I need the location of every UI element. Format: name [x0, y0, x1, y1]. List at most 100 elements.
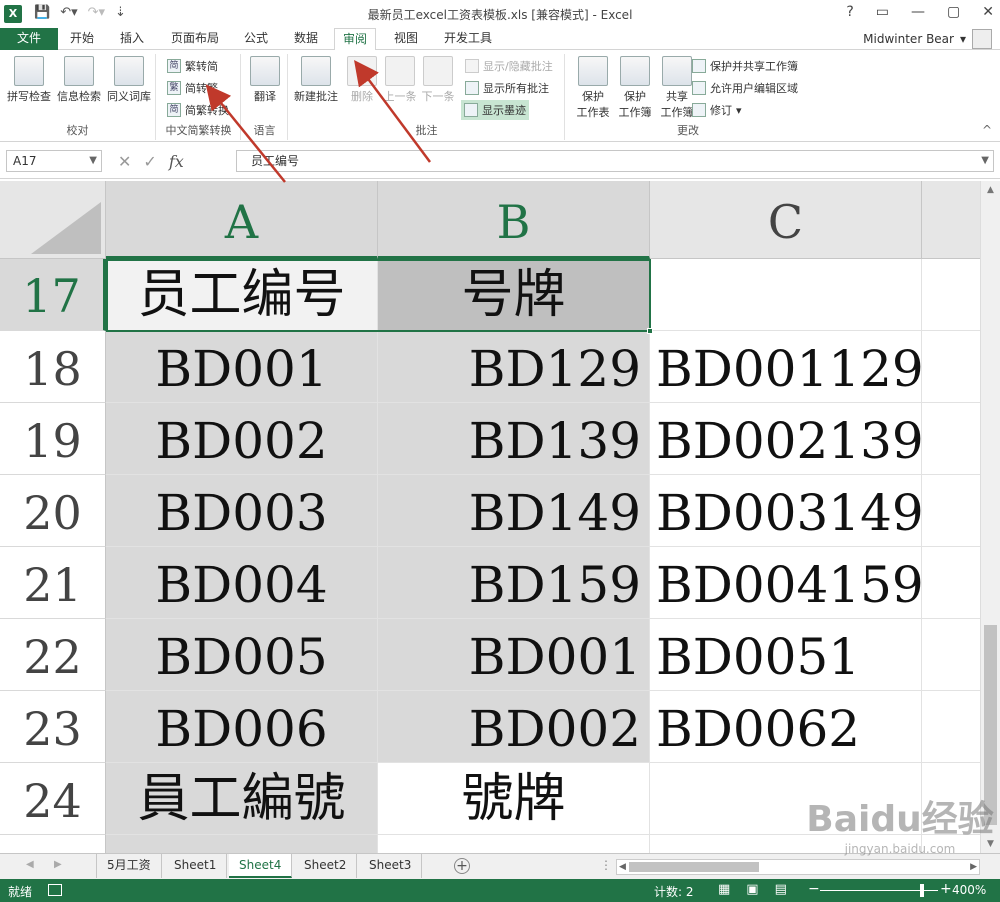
row-header-17[interactable]: 17 — [0, 259, 106, 331]
cell-b17[interactable]: 号牌 — [378, 259, 650, 331]
cell-c17[interactable] — [650, 259, 922, 331]
expand-formula-icon[interactable]: ▼ — [981, 151, 989, 171]
insert-function-icon[interactable]: fx — [169, 152, 184, 171]
row-header-22[interactable]: 22 — [0, 619, 106, 691]
cell-a17[interactable]: 员工编号 — [106, 259, 378, 331]
cell-b18[interactable]: BD129 — [378, 331, 650, 403]
row-header-20[interactable]: 20 — [0, 475, 106, 547]
normal-view-icon[interactable]: ▦ — [718, 882, 730, 897]
tab-splitter-icon[interactable]: ⋮ — [600, 858, 612, 872]
tab-file[interactable]: 文件 — [0, 28, 58, 50]
cell-b22[interactable]: BD001 — [378, 619, 650, 691]
sheet-tab-may-salary[interactable]: 5月工资 — [96, 854, 162, 878]
cell-d17[interactable] — [922, 259, 980, 331]
track-changes-button[interactable]: 修订 ▾ — [692, 100, 742, 120]
name-box[interactable]: A17 ▼ — [6, 150, 102, 172]
next-comment-button[interactable]: 下一条 — [411, 56, 465, 104]
zoom-slider-knob[interactable] — [920, 884, 924, 897]
column-header-d[interactable] — [922, 181, 980, 259]
simp-to-trad-button[interactable]: 繁 简转繁 — [167, 78, 218, 98]
show-hide-comment-button[interactable]: 显示/隐藏批注 — [465, 56, 553, 76]
sheet-tab-sheet4[interactable]: Sheet4 — [229, 854, 293, 878]
help-button[interactable]: ? — [846, 4, 853, 20]
page-layout-view-icon[interactable]: ▣ — [746, 882, 758, 897]
horizontal-scroll-thumb[interactable] — [629, 862, 759, 872]
show-ink-button[interactable]: 显示墨迹 — [461, 100, 529, 120]
cell-a20[interactable]: BD003 — [106, 475, 378, 547]
row-header-24[interactable]: 24 — [0, 763, 106, 835]
ribbon-display-button[interactable]: ▭ — [876, 4, 889, 20]
tab-data[interactable]: 数据 — [286, 28, 326, 50]
cell-a21[interactable]: BD004 — [106, 547, 378, 619]
tab-developer[interactable]: 开发工具 — [436, 28, 500, 50]
zoom-out-icon[interactable]: − — [808, 881, 820, 897]
column-header-b[interactable]: B — [378, 181, 650, 259]
allow-edit-ranges-button[interactable]: 允许用户编辑区域 — [692, 78, 798, 98]
next-sheet-icon[interactable]: ▶ — [54, 859, 62, 870]
macro-record-icon[interactable] — [48, 884, 62, 896]
vertical-scrollbar[interactable]: ▲ ▼ — [980, 181, 1000, 853]
zoom-level[interactable]: 400% — [952, 883, 986, 897]
cell-d23[interactable] — [922, 691, 980, 763]
cell-b24[interactable]: 號牌 — [378, 763, 650, 835]
cell-c20[interactable]: BD003149 — [650, 475, 924, 547]
row-header-21[interactable]: 21 — [0, 547, 106, 619]
thesaurus-button[interactable]: 同义词库 — [102, 56, 156, 104]
minimize-button[interactable]: — — [911, 4, 925, 20]
prev-sheet-icon[interactable]: ◀ — [26, 859, 34, 870]
cell-d20[interactable] — [922, 475, 980, 547]
cell-d19[interactable] — [922, 403, 980, 475]
convert-chinese-button[interactable]: 简 简繁转换 — [167, 100, 229, 120]
cell-b25[interactable] — [378, 835, 650, 853]
row-header-25[interactable]: 25 — [0, 835, 106, 853]
sheet-tab-sheet2[interactable]: Sheet2 — [294, 854, 358, 878]
cell-c22[interactable]: BD0051 — [650, 619, 922, 691]
close-button[interactable]: ✕ — [982, 4, 994, 20]
trad-to-simp-button[interactable]: 简 繁转简 — [167, 56, 218, 76]
row-header-18[interactable]: 18 — [0, 331, 106, 403]
cell-b19[interactable]: BD139 — [378, 403, 650, 475]
cell-a24[interactable]: 員工編號 — [106, 763, 378, 835]
tab-insert[interactable]: 插入 — [112, 28, 152, 50]
cell-d18[interactable] — [922, 331, 980, 403]
cell-b21[interactable]: BD159 — [378, 547, 650, 619]
row-header-19[interactable]: 19 — [0, 403, 106, 475]
research-button[interactable]: 信息检索 — [52, 56, 106, 104]
page-break-view-icon[interactable]: ▤ — [775, 882, 787, 897]
maximize-button[interactable]: ▢ — [947, 4, 960, 20]
column-header-c[interactable]: C — [650, 181, 922, 259]
cell-a18[interactable]: BD001 — [106, 331, 378, 403]
spell-check-button[interactable]: 拼写检查 — [2, 56, 56, 104]
cell-b23[interactable]: BD002 — [378, 691, 650, 763]
tab-formulas[interactable]: 公式 — [236, 28, 276, 50]
cell-c19[interactable]: BD002139 — [650, 403, 924, 475]
user-account[interactable]: Midwinter Bear ▾ — [863, 28, 992, 50]
tab-page-layout[interactable]: 页面布局 — [163, 28, 227, 50]
cell-a22[interactable]: BD005 — [106, 619, 378, 691]
cell-a19[interactable]: BD002 — [106, 403, 378, 475]
cell-d21[interactable] — [922, 547, 980, 619]
enter-icon[interactable]: ✓ — [143, 152, 156, 171]
zoom-in-icon[interactable]: + — [940, 881, 952, 897]
cell-c23[interactable]: BD0062 — [650, 691, 922, 763]
cell-a25[interactable] — [106, 835, 378, 853]
tab-view[interactable]: 视图 — [386, 28, 426, 50]
row-header-23[interactable]: 23 — [0, 691, 106, 763]
collapse-ribbon-icon[interactable]: ^ — [982, 123, 992, 137]
cell-b20[interactable]: BD149 — [378, 475, 650, 547]
sheet-tab-sheet3[interactable]: Sheet3 — [359, 854, 423, 878]
scroll-up-icon[interactable]: ▲ — [981, 181, 1000, 199]
sheet-tab-sheet1[interactable]: Sheet1 — [164, 854, 228, 878]
cell-a23[interactable]: BD006 — [106, 691, 378, 763]
formula-input[interactable]: 员工编号 ▼ — [236, 150, 994, 172]
protect-and-share-button[interactable]: 保护并共享工作簿 — [692, 56, 798, 76]
select-all-button[interactable] — [0, 181, 106, 259]
tab-review[interactable]: 审阅 — [334, 28, 377, 51]
scroll-left-icon[interactable]: ◀ — [619, 860, 626, 874]
cell-c21[interactable]: BD004159 — [650, 547, 924, 619]
cell-d22[interactable] — [922, 619, 980, 691]
cancel-icon[interactable]: ✕ — [118, 152, 131, 171]
chevron-down-icon[interactable]: ▼ — [89, 151, 97, 171]
add-sheet-icon[interactable]: + — [454, 858, 470, 874]
show-all-comments-button[interactable]: 显示所有批注 — [465, 78, 549, 98]
